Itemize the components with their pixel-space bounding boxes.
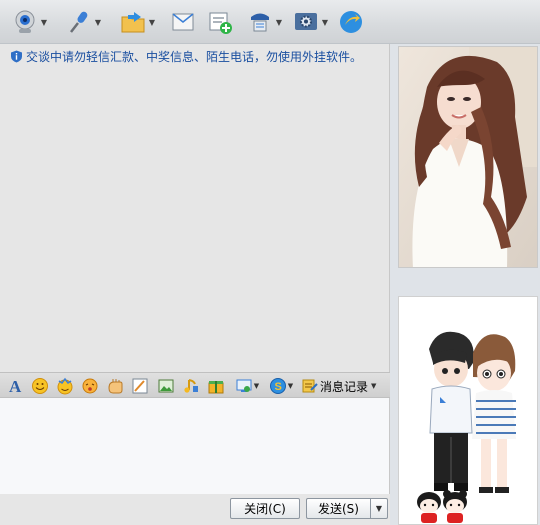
more-button[interactable]: ▼ [232,376,262,396]
microphone-icon [70,11,88,33]
avatar-show-image [399,297,537,524]
message-history-button[interactable]: 消息记录 ▼ [302,376,376,396]
magic-emoticon-icon [57,377,73,395]
screenshot-icon [158,379,174,393]
magic-emoticon-button[interactable] [55,376,75,396]
share-icon [340,11,362,33]
format-toolbar: A ▼ S ▼ 消息记录 ▼ [0,372,390,398]
send-options-dropdown[interactable]: ▼ [370,498,388,519]
more-icon [236,379,252,392]
contact-photo [398,46,538,268]
shake-icon [82,378,98,394]
soso-button[interactable]: S ▼ [266,376,296,396]
send-button-group: 发送(S) ▼ [306,498,388,519]
music-button[interactable] [181,376,201,396]
scribble-icon [132,378,148,394]
soso-icon: S [269,378,286,394]
webcam-button[interactable]: ▼ [12,7,48,37]
emoticon-icon [32,378,48,394]
file-transfer-button[interactable]: ▼ [120,7,156,37]
webcam-icon [15,10,35,33]
security-notice: 交谈中请勿轻信汇款、中奖信息、陌生电话，勿使用外挂软件。 [10,48,362,65]
bottom-button-bar: 关闭(C) 发送(S) ▼ [0,494,390,525]
scribble-button[interactable] [130,376,150,396]
info-shield-icon [11,50,22,63]
history-label: 消息记录 [320,379,369,394]
send-button[interactable]: 发送(S) [306,498,370,519]
music-icon [184,379,198,393]
close-button[interactable]: 关闭(C) [230,498,300,519]
avatar-show-panel [398,296,538,525]
mail-button[interactable] [170,7,196,37]
contact-photo-image [399,47,537,267]
remote-assist-button[interactable]: ▼ [247,7,283,37]
svg-text:S: S [274,381,281,393]
remote-assist-dropdown-arrow[interactable]: ▼ [275,9,283,35]
mail-icon [172,13,194,31]
svg-text:A: A [9,377,22,395]
send-button-label: 发送(S) [318,502,359,516]
message-display-area[interactable]: 交谈中请勿轻信汇款、中奖信息、陌生电话，勿使用外挂软件。 [0,44,390,372]
nudge-icon [108,379,123,394]
settings-icon [295,13,317,30]
file-transfer-icon [121,12,145,33]
add-app-icon [209,12,232,34]
remote-assist-icon [251,13,269,32]
file-transfer-dropdown-arrow[interactable]: ▼ [148,9,156,35]
emoticon-button[interactable] [30,376,50,396]
webcam-dropdown-arrow[interactable]: ▼ [40,9,48,35]
screenshot-button[interactable] [156,376,176,396]
close-button-label: 关闭(C) [244,502,286,516]
nudge-button[interactable] [105,376,125,396]
font-icon: A [9,377,22,395]
gift-icon [208,381,224,394]
microphone-dropdown-arrow[interactable]: ▼ [94,9,102,35]
security-notice-text: 交谈中请勿轻信汇款、中奖信息、陌生电话，勿使用外挂软件。 [26,50,363,64]
add-app-button[interactable] [207,7,233,37]
history-icon [302,379,318,393]
right-side-panel [390,44,540,525]
message-input-box[interactable] [0,398,390,494]
history-dropdown-arrow[interactable]: ▼ [371,382,376,390]
gift-button[interactable] [206,376,226,396]
settings-dropdown-arrow[interactable]: ▼ [321,9,329,35]
share-button[interactable] [338,7,364,37]
font-button[interactable]: A [6,376,26,396]
top-toolbar: ▼ ▼ ▼ ▼ ▼ [0,0,540,44]
microphone-button[interactable]: ▼ [66,7,102,37]
shake-button[interactable] [80,376,100,396]
settings-button[interactable]: ▼ [293,7,329,37]
